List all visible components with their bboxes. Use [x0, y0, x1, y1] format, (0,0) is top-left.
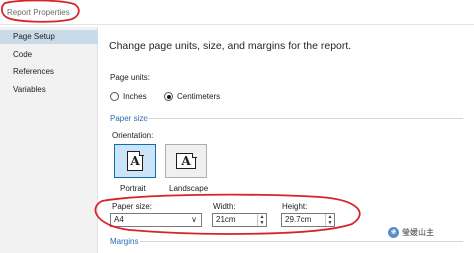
page-heading: Change page units, size, and margins for… [109, 40, 352, 52]
sidebar-item-code[interactable]: Code [0, 48, 98, 62]
width-spinner[interactable]: ▲ ▼ [257, 214, 266, 226]
sidebar-item-label: Variables [13, 85, 46, 94]
wechat-logo-icon: ❀ [388, 226, 399, 238]
radio-inches-label[interactable]: Inches [123, 92, 147, 101]
portrait-button[interactable]: A [114, 144, 156, 178]
sidebar-item-label: Code [13, 50, 33, 59]
radio-centimeters[interactable] [164, 92, 173, 101]
paper-size-label: Paper size: [112, 202, 153, 211]
sidebar-item-label: Page Setup [13, 32, 55, 41]
height-value: 29.7cm [285, 215, 312, 224]
margins-section-title: Margins [110, 237, 139, 246]
portrait-label: Portrait [120, 184, 146, 193]
sidebar: Page Setup Code References Variables [0, 27, 98, 253]
watermark-text: 瑩媛山主 [402, 227, 434, 237]
page-fold-icon [191, 152, 197, 158]
margins-divider [140, 241, 463, 242]
height-spinner[interactable]: ▲ ▼ [325, 214, 334, 226]
sidebar-item-page-setup[interactable]: Page Setup [0, 30, 98, 44]
height-label: Height: [282, 202, 308, 211]
sidebar-item-label: References [13, 67, 54, 76]
landscape-label: Landscape [169, 184, 209, 193]
width-label: Width: [213, 202, 236, 211]
page-units-label: Page units: [110, 73, 151, 82]
paper-size-select[interactable]: A4 ∨ [110, 213, 202, 227]
page-setup-panel: Change page units, size, and margins for… [99, 27, 474, 253]
paper-size-section-title: Paper size [110, 114, 148, 123]
width-field[interactable]: 21cm ▲ ▼ [212, 213, 267, 227]
landscape-button[interactable]: A [165, 144, 207, 178]
page-fold-icon [138, 150, 144, 156]
radio-inches[interactable] [110, 92, 119, 101]
paper-size-value: A4 [114, 215, 124, 224]
landscape-page-icon: A [176, 152, 197, 169]
sidebar-item-references[interactable]: References [0, 65, 98, 79]
window-title: Report Properties [7, 8, 70, 17]
width-value: 21cm [216, 215, 236, 224]
page-glyph: A [181, 154, 191, 168]
chevron-down-icon[interactable]: ∨ [191, 214, 197, 226]
watermark: ❀ 瑩媛山主 [388, 225, 434, 239]
page-glyph: A [130, 154, 140, 168]
sidebar-item-variables[interactable]: Variables [0, 83, 98, 97]
paper-size-divider [145, 118, 463, 119]
height-field[interactable]: 29.7cm ▲ ▼ [281, 213, 335, 227]
radio-centimeters-label[interactable]: Centimeters [177, 92, 220, 101]
orientation-label: Orientation: [112, 131, 154, 140]
window-title-bar: Report Properties [0, 0, 474, 25]
portrait-page-icon: A [127, 150, 144, 171]
